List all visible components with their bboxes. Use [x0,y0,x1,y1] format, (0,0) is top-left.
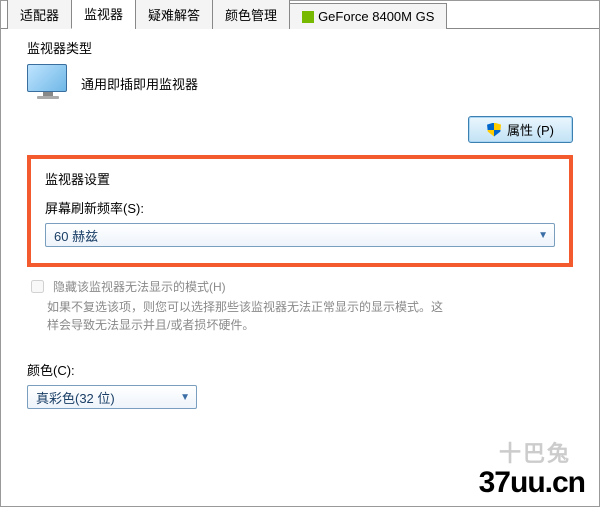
tab-label: GeForce 8400M GS [318,9,434,24]
hide-modes-label: 隐藏该监视器无法显示的模式(H) [53,278,226,295]
chevron-down-icon: ▼ [180,392,190,403]
tab-gpu[interactable]: GeForce 8400M GS [289,3,447,29]
tab-bar: 适配器 监视器 疑难解答 颜色管理 GeForce 8400M GS [1,1,599,29]
monitor-name: 通用即插即用监视器 [81,74,198,93]
refresh-rate-label: 屏幕刷新频率(S): [45,198,555,217]
tab-panel-monitor: 监视器类型 通用即插即用监视器 属性 (P) 监视器设置 屏幕刷新频率(S): [1,29,599,419]
tab-label: 监视器 [84,7,123,22]
tab-label: 疑难解答 [148,8,200,23]
hide-modes-hint: 如果不复选该项，则您可以选择那些该监视器无法正常显示的显示模式。这样会导致无法显… [47,298,447,334]
watermark-sub: 十巴兔 [499,436,571,468]
watermark: 37uu.cn [479,466,585,500]
nvidia-icon [302,11,314,23]
tab-label: 适配器 [20,8,59,23]
monitor-type-row: 通用即插即用监视器 [27,64,573,102]
properties-button[interactable]: 属性 (P) [468,116,573,143]
group-title: 监视器类型 [23,38,96,57]
tab-label: 颜色管理 [225,8,277,23]
color-depth-select[interactable]: 真彩色(32 位) ▼ [27,385,197,409]
color-label: 颜色(C): [27,360,573,379]
refresh-rate-select[interactable]: 60 赫兹 ▼ [45,223,555,247]
monitor-type-group: 监视器类型 通用即插即用监视器 属性 (P) [27,39,573,143]
button-label: 属性 (P) [507,120,554,139]
tab-color-management[interactable]: 颜色管理 [212,0,290,29]
tab-monitor[interactable]: 监视器 [71,0,136,29]
chevron-down-icon: ▼ [538,230,548,241]
group-title: 监视器设置 [45,169,555,188]
hide-modes-row: 隐藏该监视器无法显示的模式(H) [27,277,573,296]
hide-modes-checkbox[interactable] [31,280,44,293]
monitor-icon [27,64,69,102]
tab-troubleshoot[interactable]: 疑难解答 [135,0,213,29]
uac-shield-icon [487,123,501,137]
select-value: 真彩色(32 位) [36,388,115,407]
select-value: 60 赫兹 [54,226,98,245]
monitor-settings-group: 监视器设置 屏幕刷新频率(S): 60 赫兹 ▼ [27,155,573,267]
display-properties-window: 适配器 监视器 疑难解答 颜色管理 GeForce 8400M GS 监视器类型… [0,0,600,507]
tab-adapter[interactable]: 适配器 [7,0,72,29]
